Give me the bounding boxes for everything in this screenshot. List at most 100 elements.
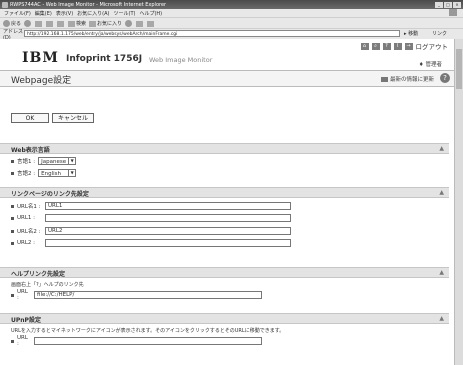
forward-arrow-icon	[24, 20, 32, 27]
bullet-icon	[11, 171, 14, 175]
maximize-button[interactable]: □	[444, 1, 452, 8]
media-button[interactable]	[125, 20, 133, 27]
section-link-page: リンクページのリンク先設定 ▲	[0, 187, 449, 198]
favorites-label: お気に入り	[97, 21, 123, 27]
refresh-link-label: 最新の情報に更新	[389, 77, 434, 83]
url1-label: URL1 :	[17, 215, 36, 221]
section-title: ヘルプリンク先設定	[11, 271, 66, 278]
home-icon	[57, 20, 65, 27]
language1-value: Japanese	[41, 159, 67, 165]
forward-button[interactable]	[24, 20, 32, 27]
language2-label: 言語2 :	[17, 171, 36, 177]
printer-icon	[147, 20, 155, 27]
menu-view[interactable]: 表示(V)	[56, 10, 73, 17]
language1-row: 言語1 : Japanese ▼	[11, 156, 77, 166]
help-url-row: URL : file://C:/HELP/	[11, 289, 262, 301]
back-button[interactable]: 戻る	[3, 20, 21, 27]
language1-select[interactable]: Japanese ▼	[38, 157, 77, 165]
chevron-down-icon: ▼	[68, 170, 75, 176]
bullet-icon	[11, 293, 14, 297]
section-help-link: ヘルプリンク先設定 ▲	[0, 267, 449, 278]
url-name1-row: URL名1 : URL1	[11, 201, 291, 211]
refresh-page-icon	[380, 77, 388, 82]
url1-input[interactable]	[45, 214, 291, 222]
links-button[interactable]: リンク	[432, 30, 447, 37]
section-title: Web表示言語	[11, 147, 50, 154]
url-name2-label: URL名2 :	[17, 229, 41, 235]
collapse-icon[interactable]: ▲	[439, 145, 444, 152]
help-url-input[interactable]: file://C:/HELP/	[34, 291, 262, 299]
mail-icon	[136, 20, 144, 27]
cancel-button[interactable]: キャンセル	[52, 113, 94, 123]
window-title: RWPS744AC - Web Image Monitor - Microsof…	[10, 1, 167, 8]
home-button[interactable]	[57, 20, 65, 27]
page-title: Webpage設定	[11, 76, 72, 86]
close-button[interactable]: ×	[453, 1, 461, 8]
ok-button[interactable]: OK	[11, 113, 49, 123]
mail-button[interactable]	[136, 20, 144, 27]
help-icon[interactable]: ?	[382, 42, 391, 50]
stop-button[interactable]	[35, 20, 43, 27]
url-name1-input[interactable]: URL1	[45, 202, 291, 210]
brand-header: IBM Infoprint 1756J Web Image Monitor ♦ …	[22, 50, 442, 68]
favorites-button[interactable]: お気に入り	[89, 20, 122, 27]
scrollbar-thumb[interactable]	[456, 49, 462, 89]
url2-row: URL2 :	[11, 238, 291, 248]
address-bar: アドレス(D) http://192.168.1.175/web/entry/j…	[0, 28, 463, 41]
chevron-down-icon: ▼	[68, 158, 75, 164]
menu-favorites[interactable]: お気に入り(A)	[77, 10, 109, 17]
stop-icon	[35, 20, 43, 27]
product-subtitle: Web Image Monitor	[149, 56, 213, 64]
collapse-icon[interactable]: ▲	[439, 189, 444, 196]
url-name1-label: URL名1 :	[17, 204, 41, 210]
product-name: Infoprint 1756J	[66, 54, 143, 64]
star-icon	[89, 20, 97, 27]
section-title: UPnP設定	[11, 317, 41, 324]
url2-label: URL2 :	[17, 240, 36, 246]
search-button[interactable]: 検索	[68, 20, 86, 27]
upnp-url-label: URL :	[17, 335, 28, 347]
help-url-label: URL :	[17, 289, 28, 301]
url2-input[interactable]	[45, 239, 291, 247]
language2-select[interactable]: English ▼	[38, 169, 77, 177]
collapse-icon[interactable]: ▲	[439, 315, 444, 322]
windows-flag-icon	[449, 9, 457, 16]
logout-icon[interactable]: →	[404, 42, 413, 50]
section-title: リンクページのリンク先設定	[11, 191, 89, 198]
help-link-description: 画面右上「?」ヘルプのリンク先	[11, 282, 84, 288]
menu-edit[interactable]: 編集(E)	[35, 10, 52, 17]
address-input[interactable]: http://192.168.1.175/web/entry/ja/websys…	[24, 30, 400, 37]
url-name2-row: URL名2 : URL2	[11, 226, 291, 236]
upnp-url-input[interactable]	[34, 337, 262, 345]
go-button[interactable]: ▸ 移動	[404, 30, 418, 37]
minimize-button[interactable]: _	[435, 1, 443, 8]
title-bar: RWPS744AC - Web Image Monitor - Microsof…	[0, 0, 463, 9]
ie-icon	[2, 1, 8, 8]
info-icon[interactable]: i	[393, 42, 402, 50]
url1-row: URL1 :	[11, 213, 291, 223]
upnp-description: URLを入力するとマイネットワークにアイコンが表示されます。そのアイコンをクリッ…	[11, 328, 285, 334]
refresh-button[interactable]	[46, 20, 54, 27]
media-icon	[125, 20, 133, 27]
browser-window: RWPS744AC - Web Image Monitor - Microsof…	[0, 0, 463, 365]
print-toolbar-button[interactable]	[147, 20, 155, 27]
bullet-icon	[11, 241, 14, 245]
bullet-icon	[11, 229, 14, 233]
search-icon[interactable]: ⌕	[371, 42, 380, 50]
vertical-scrollbar[interactable]	[454, 39, 463, 365]
menu-help[interactable]: ヘルプ(H)	[139, 10, 162, 17]
refresh-link[interactable]: 最新の情報に更新	[380, 75, 434, 83]
search-icon	[68, 20, 76, 27]
collapse-icon[interactable]: ▲	[439, 269, 444, 276]
bullet-icon	[11, 216, 14, 220]
menu-tools[interactable]: ツール(T)	[114, 10, 136, 17]
section-upnp: UPnP設定 ▲	[0, 313, 449, 324]
go-label: 移動	[408, 31, 419, 37]
user-indicator: ♦ 管理者	[418, 62, 442, 68]
home-icon[interactable]: ⌂	[360, 42, 369, 50]
language1-label: 言語1 :	[17, 159, 36, 165]
page-help-icon[interactable]: ?	[440, 73, 450, 83]
menu-file[interactable]: ファイル(F)	[4, 10, 31, 17]
url-name2-input[interactable]: URL2	[45, 227, 291, 235]
upnp-url-row: URL :	[11, 335, 262, 347]
